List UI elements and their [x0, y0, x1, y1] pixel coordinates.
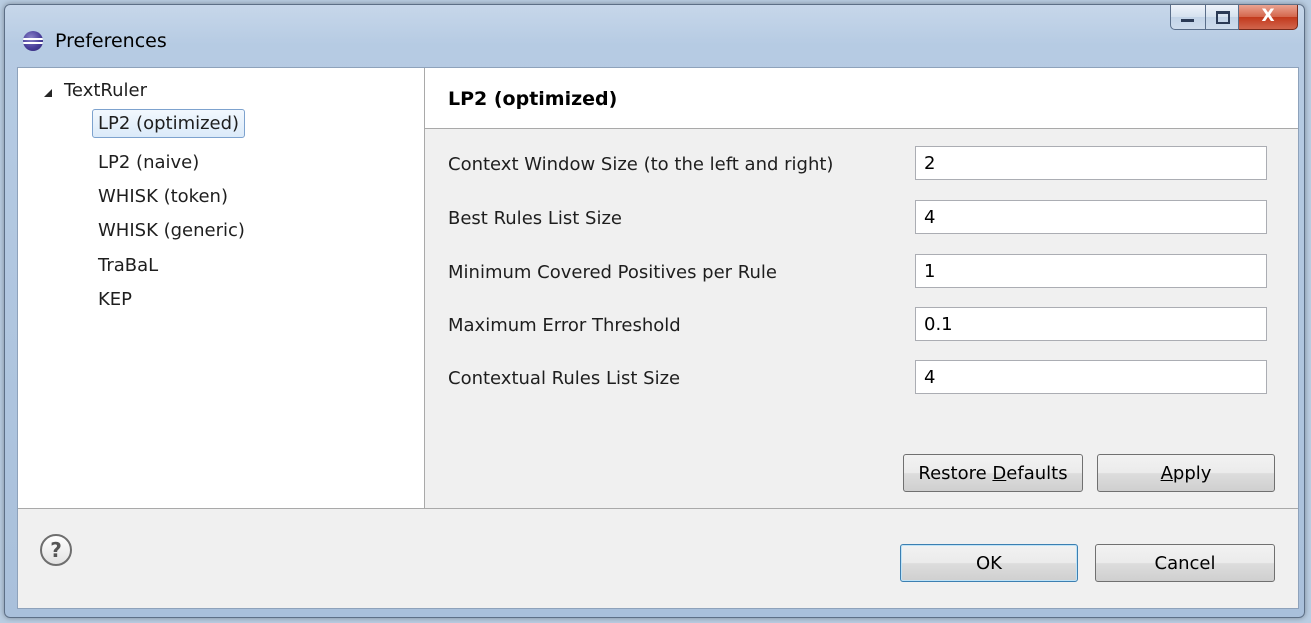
eclipse-app-icon — [23, 31, 43, 51]
minimize-icon — [1181, 19, 1194, 22]
tree-item-lp2-naive[interactable]: LP2 (naive) — [98, 152, 199, 173]
best-rules-list-size-input[interactable] — [915, 200, 1267, 234]
contextual-rules-list-size-label: Contextual Rules List Size — [448, 368, 681, 389]
tree-item-lp2-optimized[interactable]: LP2 (optimized) — [92, 109, 246, 138]
context-window-size-input[interactable] — [915, 146, 1267, 180]
tree-root-label: TextRuler — [64, 80, 147, 101]
apply-button[interactable]: Apply — [1097, 454, 1275, 492]
minimum-covered-positives-input[interactable] — [915, 254, 1267, 288]
best-rules-list-size-label: Best Rules List Size — [448, 208, 622, 229]
dialog-client-area: TextRuler LP2 (optimized) LP2 (naive) WH… — [17, 67, 1299, 609]
maximize-button[interactable] — [1206, 5, 1239, 30]
help-icon[interactable]: ? — [40, 534, 72, 566]
ok-button[interactable]: OK — [900, 544, 1078, 582]
restore-defaults-button[interactable]: Restore Defaults — [903, 454, 1083, 492]
title-bar: Preferences X — [5, 5, 1304, 67]
restore-defaults-mnemonic: D — [992, 462, 1007, 484]
maximum-error-threshold-input[interactable] — [915, 307, 1267, 341]
apply-label-part: pply — [1172, 462, 1212, 484]
close-icon: X — [1261, 6, 1275, 26]
tree-item-whisk-generic[interactable]: WHISK (generic) — [98, 220, 245, 241]
content-area: TextRuler LP2 (optimized) LP2 (naive) WH… — [18, 68, 1298, 509]
page-title: LP2 (optimized) — [448, 88, 618, 110]
tree-item-whisk-token[interactable]: WHISK (token) — [98, 186, 228, 207]
expanded-arrow-icon[interactable] — [44, 88, 52, 97]
cancel-button[interactable]: Cancel — [1095, 544, 1275, 582]
tree-item-kep[interactable]: KEP — [98, 289, 132, 310]
preference-tree: TextRuler LP2 (optimized) LP2 (naive) WH… — [18, 68, 425, 508]
restore-defaults-label-part2: efaults — [1006, 462, 1068, 484]
close-button[interactable]: X — [1239, 5, 1298, 30]
contextual-rules-list-size-input[interactable] — [915, 360, 1267, 394]
tree-root-textruler[interactable]: TextRuler — [44, 80, 147, 101]
apply-mnemonic: A — [1160, 462, 1173, 484]
maximize-icon — [1216, 11, 1230, 24]
maximum-error-threshold-label: Maximum Error Threshold — [448, 315, 681, 336]
minimum-covered-positives-label: Minimum Covered Positives per Rule — [448, 262, 777, 283]
preferences-window: Preferences X TextRuler LP2 (optimized) … — [4, 4, 1305, 618]
tree-item-traball[interactable]: TraBaL — [98, 255, 158, 276]
page-header: LP2 (optimized) — [425, 68, 1298, 129]
window-controls: X — [1170, 5, 1298, 31]
minimize-button[interactable] — [1170, 5, 1206, 30]
window-title: Preferences — [55, 30, 167, 52]
preference-page: LP2 (optimized) Context Window Size (to … — [425, 68, 1298, 508]
context-window-size-label: Context Window Size (to the left and rig… — [448, 154, 834, 175]
restore-defaults-label-part1: Restore — [918, 462, 993, 484]
